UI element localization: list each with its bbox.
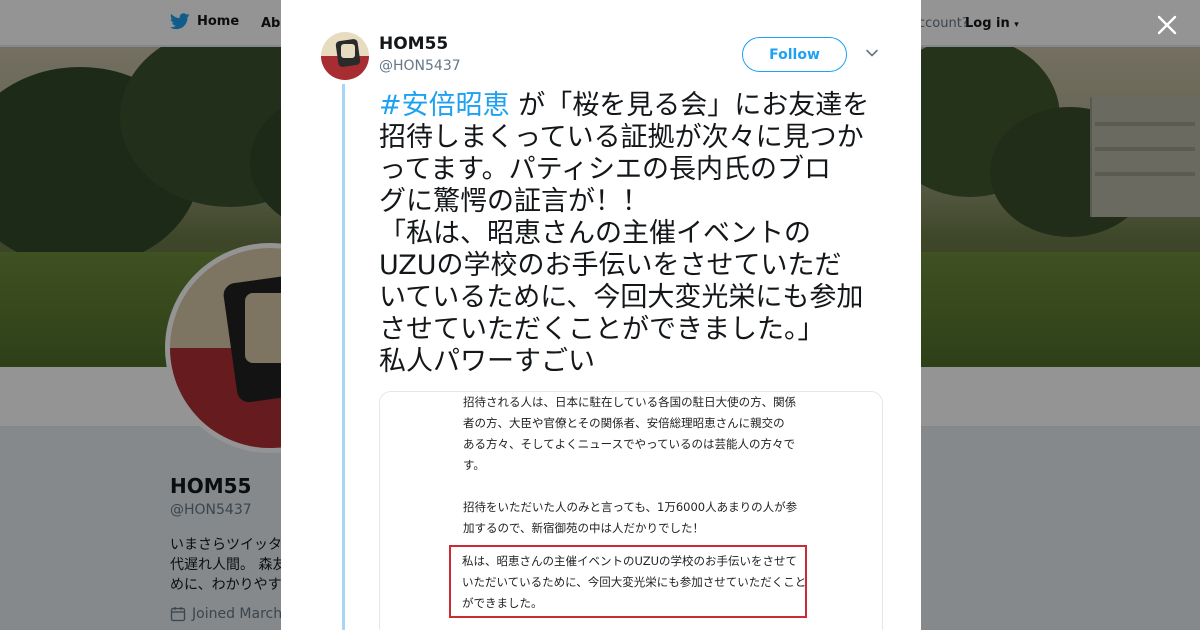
tweet-text: #安倍昭恵 が「桜を見る会」にお友達を 招待しまくっている証拠が次々に見つか っ…	[379, 90, 889, 378]
tweet-media-card[interactable]: 招待される人は、日本に駐在している各国の駐日大使の方、関係 者の方、大臣や官僚と…	[379, 391, 883, 630]
tweet-modal: HOM55 @HON5437 Follow #安倍昭恵 が「桜を見る会」にお友達…	[281, 0, 921, 630]
close-icon	[1157, 15, 1177, 35]
media-line: ある方々、そしてよくニュースでやっているのは芸能人の方々で	[463, 437, 796, 451]
tweet-line: UZUの学校のお手伝いをさせていただ	[379, 250, 842, 281]
quote-line: 私は、昭恵さんの主催イベントのUZUの学校のお手伝いをさせて	[462, 554, 798, 568]
tweet-line: 招待しまくっている証拠が次々に見つか	[379, 122, 864, 153]
media-screenshot-text: 招待される人は、日本に駐在している各国の駐日大使の方、関係 者の方、大臣や官僚と…	[463, 392, 803, 539]
media-line: す。	[463, 458, 485, 472]
media-line: 加するので、新宿御苑の中は人だかりでした！	[463, 521, 705, 535]
tweet-line: させていただくことができました。」	[379, 314, 825, 345]
media-line: 招待をいただいた人のみと言っても、1万6000人あまりの人が参	[463, 500, 798, 514]
thread-line	[342, 84, 345, 630]
tweet-line: いているために、今回大変光栄にも参加	[379, 282, 864, 313]
tweet-line: 「私は、昭恵さんの主催イベントの	[379, 218, 811, 249]
author-name[interactable]: HOM55	[379, 34, 448, 54]
close-button[interactable]	[1152, 10, 1182, 40]
highlighted-quote-box: 私は、昭恵さんの主催イベントのUZUの学校のお手伝いをさせて いただいているため…	[449, 545, 807, 618]
tweet-line: 私人パワーすごい	[379, 346, 595, 377]
hashtag-link[interactable]: #安倍昭恵	[379, 90, 510, 121]
chevron-down-icon[interactable]	[864, 45, 880, 61]
author-avatar[interactable]	[321, 32, 369, 80]
author-handle[interactable]: @HON5437	[379, 58, 461, 74]
quote-line: いただいているために、今回大変光栄にも参加させていただくこと	[462, 575, 807, 589]
tweet-first-line-rest: が「桜を見る会」にお友達を	[509, 90, 870, 121]
media-line: 者の方、大臣や官僚とその関係者、安倍総理昭恵さんに親交の	[463, 416, 785, 430]
tweet-line: グに驚愕の証言が！！	[379, 186, 649, 217]
follow-button[interactable]: Follow	[742, 37, 847, 72]
tweet-line: #安倍昭恵 が「桜を見る会」にお友達を	[379, 90, 889, 122]
quote-line: ができました。	[462, 596, 543, 610]
media-line: 招待される人は、日本に駐在している各国の駐日大使の方、関係	[463, 395, 797, 409]
tweet-line: ってます。パティシエの長内氏のブロ	[379, 154, 831, 185]
